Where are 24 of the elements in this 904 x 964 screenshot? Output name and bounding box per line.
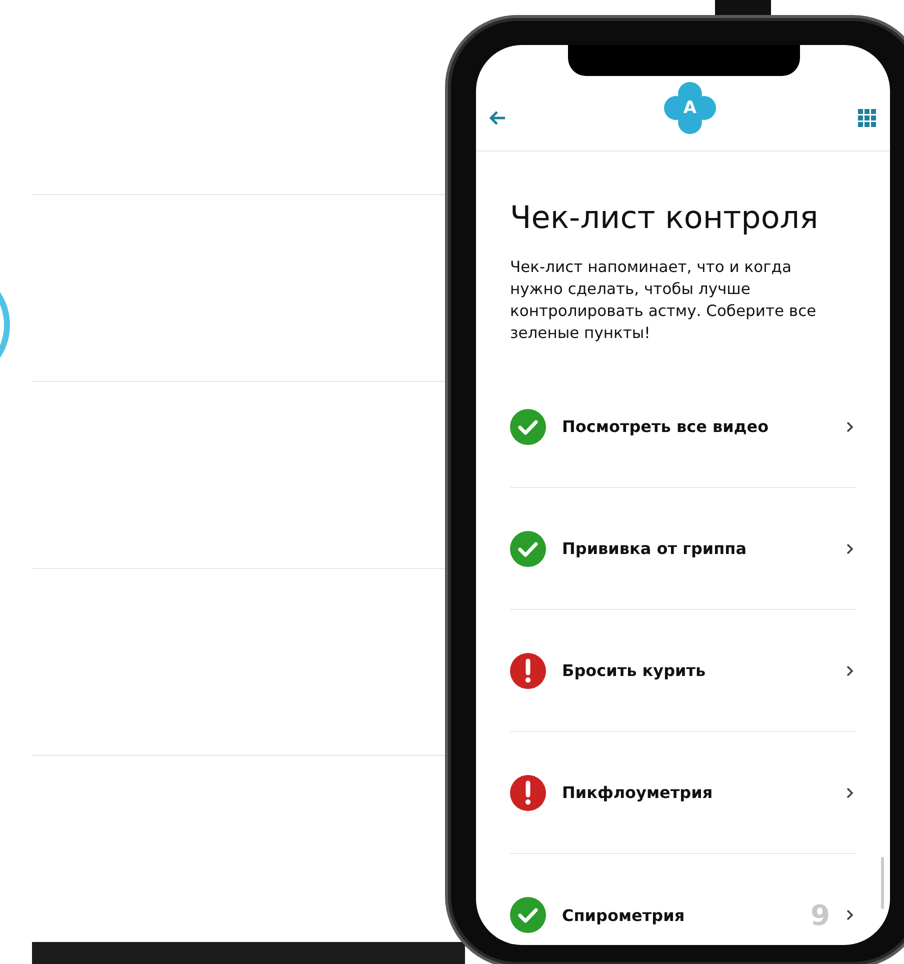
checklist-item[interactable]: Пикфлоуметрия: [510, 732, 856, 854]
check-circle-icon: [510, 530, 546, 566]
page-title: Чек-лист контроля: [510, 200, 820, 236]
chevron-right-icon: [846, 786, 854, 798]
item-label: Спирометрия: [562, 906, 686, 924]
exclamation-circle-icon: [510, 774, 546, 810]
chevron-right-icon: [846, 420, 854, 432]
description-text: Чек-лист напоминает, что и когда нужно сделать, чтобы лучше контролировать астму. Соберите все зеленые пункты!: [510, 257, 818, 344]
item-label: Посмотреть все видео: [562, 417, 770, 436]
scrollbar: [881, 857, 884, 909]
chevron-right-icon: [846, 909, 854, 921]
check-circle-icon: [510, 897, 546, 933]
item-label: Бросить курить: [562, 661, 707, 680]
checklist-item[interactable]: Бросить курить: [510, 610, 856, 732]
grid-menu-icon[interactable]: [858, 108, 876, 126]
chevron-right-icon: [846, 664, 854, 676]
check-circle-icon: [510, 408, 546, 444]
item-label: Прививка от гриппа: [562, 539, 748, 558]
exclamation-circle-icon: [510, 652, 546, 688]
checklist-item[interactable]: Посмотреть все видео: [510, 366, 856, 488]
chevron-right-icon: [846, 542, 854, 554]
item-label: Пикфлоуметрия: [562, 783, 714, 802]
checklist-item[interactable]: Прививка от гриппа: [510, 488, 856, 610]
app-logo: A: [663, 80, 717, 134]
